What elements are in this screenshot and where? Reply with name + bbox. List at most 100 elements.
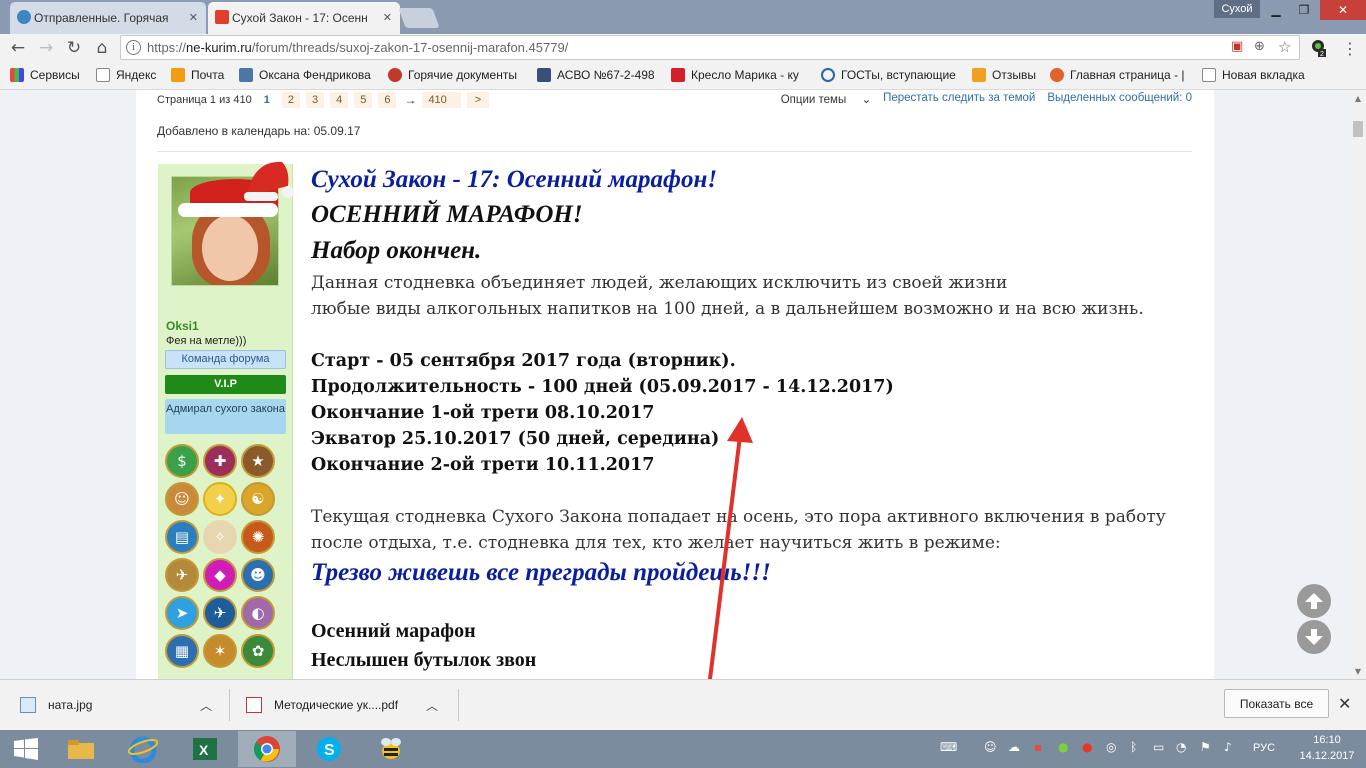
witch-medal-icon[interactable]: ✧ — [203, 520, 237, 554]
family-medal-icon[interactable]: ☻ — [241, 558, 275, 592]
tab-sent-mail[interactable]: Отправленные. Горячая ✕ — [10, 2, 206, 34]
tray-pdf-icon[interactable]: ▪ — [1034, 740, 1042, 754]
bookmark-main-page[interactable]: Главная страница - | — [1050, 68, 1185, 82]
home-button[interactable]: ⌂ — [90, 37, 114, 59]
next-page-link[interactable]: > — [466, 92, 490, 108]
chevron-up-icon[interactable]: ︿ — [200, 697, 212, 714]
bookmark-vk[interactable]: Оксана Фендрикова — [239, 68, 371, 82]
taskbar-skype[interactable]: S — [300, 731, 358, 767]
scrollbar-up-icon[interactable]: ▲ — [1350, 90, 1366, 106]
motto: Трезво живешь все преграды пройдешь!!! — [311, 559, 771, 586]
train-medal-icon[interactable]: ▦ — [165, 634, 199, 668]
nature-medal-icon[interactable]: ✿ — [241, 634, 275, 668]
bookmark-new-tab[interactable]: Новая вкладка — [1202, 68, 1305, 82]
excel-icon: X — [193, 738, 217, 760]
page-scrollbar[interactable]: ▲ ▼ — [1350, 90, 1366, 679]
book-medal-icon[interactable]: ▤ — [165, 520, 199, 554]
profile-button[interactable]: Сухой — [1214, 0, 1260, 18]
bookmark-asvo[interactable]: АСВО №67-2-498 — [537, 68, 655, 82]
tray-green-icon[interactable]: ● — [1058, 740, 1068, 754]
site-info-icon[interactable]: i — [126, 40, 141, 55]
volume-icon[interactable]: ♪ — [1224, 740, 1232, 754]
flag-icon[interactable]: ⚑ — [1200, 740, 1211, 754]
bluetooth-icon[interactable]: ᛒ — [1130, 740, 1137, 754]
svg-text:S: S — [324, 742, 335, 759]
plane-medal-icon[interactable]: ✈ — [203, 596, 237, 630]
bookmark-star-icon[interactable]: ☆ — [1278, 38, 1291, 56]
unwatch-thread-link[interactable]: Перестать следить за темой — [883, 92, 1035, 106]
page-link[interactable]: 6 — [378, 92, 397, 108]
bookmark-hot-docs[interactable]: Горячие документы — [388, 68, 517, 82]
cross-medal-icon[interactable]: ✚ — [203, 444, 237, 478]
restore-button[interactable]: ❐ — [1290, 0, 1318, 20]
username[interactable]: Oksi1 — [166, 319, 199, 333]
chevron-up-icon[interactable]: ︿ — [426, 697, 438, 714]
scroll-up-button[interactable] — [1297, 584, 1331, 618]
selected-posts-link[interactable]: Выделенных сообщений: 0 — [1047, 92, 1192, 106]
meditation-medal-icon[interactable]: ☯ — [241, 482, 275, 516]
taskbar-bee-app[interactable] — [362, 731, 420, 767]
stars-medal-icon[interactable]: ★ — [241, 444, 275, 478]
taskbar-explorer[interactable] — [52, 731, 110, 767]
tray-app-icon[interactable]: ☺ — [984, 740, 997, 754]
language-indicator[interactable]: РУС — [1253, 742, 1275, 754]
page-link[interactable]: 1 — [258, 92, 276, 108]
download-item-pdf[interactable]: Методические ук....pdf ︿ — [246, 690, 456, 720]
keyboard-icon[interactable]: ⌨ — [940, 740, 957, 754]
start-button[interactable] — [0, 730, 52, 768]
scroll-down-button[interactable] — [1297, 620, 1331, 654]
taskbar-chrome[interactable] — [238, 731, 296, 767]
page-link[interactable]: 3 — [305, 92, 325, 108]
tray-sync-icon[interactable]: ◎ — [1106, 740, 1116, 754]
tab-thread[interactable]: Сухой Закон - 17: Осенн ✕ — [208, 2, 400, 34]
thread-tools: Опции темы ⌄ Перестать следить за темой … — [757, 92, 1192, 106]
page-link[interactable]: 5 — [354, 92, 373, 108]
scrollbar-thumb[interactable] — [1353, 121, 1363, 137]
taskbar-ie[interactable] — [114, 731, 172, 767]
bookmark-gost[interactable]: ГОСТы, вступающие — [821, 68, 956, 82]
minimize-button[interactable]: ▁ — [1262, 0, 1290, 20]
last-page-link[interactable]: 410 — [422, 92, 461, 108]
window-close-button[interactable]: ✕ — [1320, 0, 1366, 20]
car-medal-icon[interactable]: ◆ — [203, 558, 237, 592]
wheel-medal-icon[interactable]: ✺ — [241, 520, 275, 554]
show-all-downloads-button[interactable]: Показать все — [1224, 689, 1329, 718]
page-link[interactable]: 4 — [330, 92, 349, 108]
page-link[interactable]: 2 — [281, 92, 300, 108]
profile-medal-icon[interactable]: ◐ — [241, 596, 275, 630]
blocked-popup-icon[interactable]: ▣ — [1231, 39, 1243, 54]
network-tray-icon[interactable]: ☁ — [1008, 740, 1020, 754]
close-shelf-icon[interactable]: ✕ — [1338, 694, 1351, 713]
new-tab-button[interactable] — [398, 8, 440, 28]
menu-icon[interactable]: ⋮ — [1338, 37, 1362, 59]
bookmark-mail[interactable]: Почта — [171, 68, 224, 82]
address-bar[interactable]: i https://ne-kurim.ru/forum/threads/suxo… — [120, 35, 1300, 60]
zoom-icon[interactable]: ⊕ — [1254, 39, 1265, 54]
bookmark-yandex[interactable]: Яндекс — [96, 68, 156, 82]
forward-button[interactable]: → — [34, 37, 58, 59]
close-tab-icon[interactable]: ✕ — [189, 11, 198, 24]
walker-medal-icon[interactable]: ✶ — [203, 634, 237, 668]
bookmark-chair[interactable]: Кресло Марика - ку — [671, 68, 799, 82]
bookmark-services[interactable]: Сервисы — [10, 68, 80, 82]
reload-button[interactable]: ↻ — [62, 37, 86, 59]
battery-icon[interactable]: ▭ — [1153, 740, 1164, 754]
close-tab-icon[interactable]: ✕ — [383, 11, 392, 24]
scrollbar-down-icon[interactable]: ▼ — [1350, 663, 1366, 679]
extension-icon[interactable]: 2 — [1310, 39, 1327, 58]
back-button[interactable]: ← — [6, 37, 30, 59]
people-medal-icon[interactable]: ☺ — [165, 482, 199, 516]
clock[interactable]: 16:10 14.12.2017 — [1296, 732, 1358, 764]
send-medal-icon[interactable]: ➤ — [165, 596, 199, 630]
bookmark-reviews[interactable]: Отзывы — [972, 68, 1036, 82]
runner-medal-icon[interactable]: ✈ — [165, 558, 199, 592]
thread-options-menu[interactable]: Опции темы ⌄ — [769, 92, 871, 106]
first-third-end: Окончание 1-ой трети 08.10.2017 — [311, 403, 655, 423]
tray-red-icon[interactable]: ● — [1082, 740, 1092, 754]
tab-title: Сухой Закон - 17: Осенн — [232, 11, 368, 25]
wifi-icon[interactable]: ◔ — [1176, 740, 1186, 754]
taskbar-excel[interactable]: X — [176, 731, 234, 767]
money-medal-icon[interactable]: $ — [165, 444, 199, 478]
download-item-jpg[interactable]: ната.jpg ︿ — [20, 690, 220, 720]
gold-medal-icon[interactable]: ✦ — [203, 482, 237, 516]
